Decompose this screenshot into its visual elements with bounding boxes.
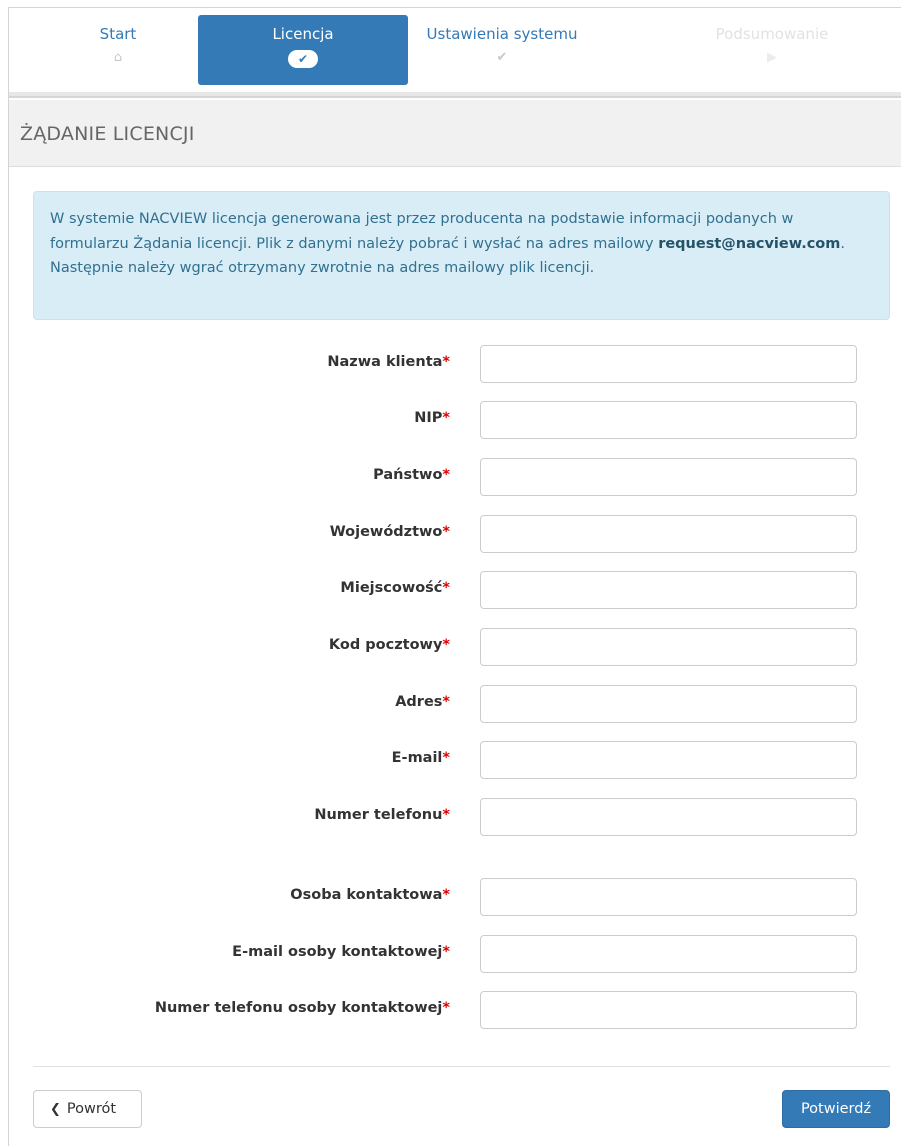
check-icon: ✔ [288,50,318,68]
step-podsumowanie: Podsumowanie ▶ [667,15,877,85]
form-divider [33,1066,890,1067]
license-wizard-page: Start ⌂ Licencja ✔ Ustawienia systemu ✔ … [8,7,901,1146]
field-label: Numer telefonu* [314,807,450,823]
email-osoby-kontaktowej-input[interactable] [480,935,857,973]
field-telefon-osoby-kontaktowej: Numer telefonu osoby kontaktowej* [9,991,901,1029]
required-marker: * [442,467,450,483]
step-licencja-label: Licencja [272,25,334,43]
field-label: Kod pocztowy* [328,637,450,653]
step-start-label: Start [99,25,137,43]
adres-input[interactable] [480,685,857,723]
numer-telefonu-input[interactable] [480,798,857,836]
field-label: E-mail* [391,750,450,766]
field-kod-pocztowy: Kod pocztowy* [9,628,901,666]
field-label: E-mail osoby kontaktowej* [232,944,450,960]
kod-pocztowy-input[interactable] [480,628,857,666]
field-label: Osoba kontaktowa* [290,887,450,903]
required-marker: * [442,410,450,426]
telefon-osoby-kontaktowej-input[interactable] [480,991,857,1029]
field-label: NIP* [414,410,450,426]
nip-input[interactable] [480,401,857,439]
field-label: Województwo* [329,524,450,540]
field-label: Państwo* [373,467,450,483]
required-marker: * [442,1000,450,1016]
field-adres: Adres* [9,685,901,723]
step-ustawienia-systemu[interactable]: Ustawienia systemu ✔ [397,15,607,85]
chevron-left-icon: ❮ [50,1102,61,1117]
required-marker: * [442,807,450,823]
field-label: Numer telefonu osoby kontaktowej* [154,1000,450,1016]
required-marker: * [442,750,450,766]
required-marker: * [442,887,450,903]
miejscowosc-input[interactable] [480,571,857,609]
required-marker: * [442,694,450,710]
field-miejscowosc: Miejscowość* [9,571,901,609]
field-nazwa-klienta: Nazwa klienta* [9,345,901,383]
home-icon: ⌂ [113,50,123,65]
field-label: Nazwa klienta* [327,354,450,370]
step-ustawienia-label: Ustawienia systemu [426,25,578,43]
nazwa-klienta-input[interactable] [480,345,857,383]
required-marker: * [442,580,450,596]
osoba-kontaktowa-input[interactable] [480,878,857,916]
field-label: Adres* [395,694,450,710]
panel-header: ŻĄDANIE LICENCJI [9,100,901,167]
field-nip: NIP* [9,401,901,439]
required-marker: * [442,524,450,540]
info-alert: W systemie NACVIEW licencja generowana j… [33,191,890,320]
field-panstwo: Państwo* [9,458,901,496]
step-start[interactable]: Start ⌂ [13,15,223,85]
step-podsumowanie-label: Podsumowanie [715,25,829,43]
play-icon: ▶ [767,50,777,65]
field-label: Miejscowość* [340,580,450,596]
required-marker: * [442,944,450,960]
field-osoba-kontaktowa: Osoba kontaktowa* [9,878,901,916]
panstwo-input[interactable] [480,458,857,496]
confirm-button[interactable]: Potwierdź [782,1090,890,1128]
info-email: request@nacview.com [658,235,841,252]
check-icon: ✔ [496,50,508,65]
back-button-label: Powrót [66,1101,117,1117]
back-button[interactable]: ❮ Powrót [33,1090,142,1128]
wojewodztwo-input[interactable] [480,515,857,553]
step-licencja[interactable]: Licencja ✔ [198,15,408,85]
field-email-osoby-kontaktowej: E-mail osoby kontaktowej* [9,935,901,973]
email-input[interactable] [480,741,857,779]
required-marker: * [442,354,450,370]
required-marker: * [442,637,450,653]
wizard-divider [9,92,901,98]
wizard-steps: Start ⌂ Licencja ✔ Ustawienia systemu ✔ … [9,8,901,92]
page-title: ŻĄDANIE LICENCJI [20,123,195,145]
field-wojewodztwo: Województwo* [9,515,901,553]
field-email: E-mail* [9,741,901,779]
field-numer-telefonu: Numer telefonu* [9,798,901,836]
